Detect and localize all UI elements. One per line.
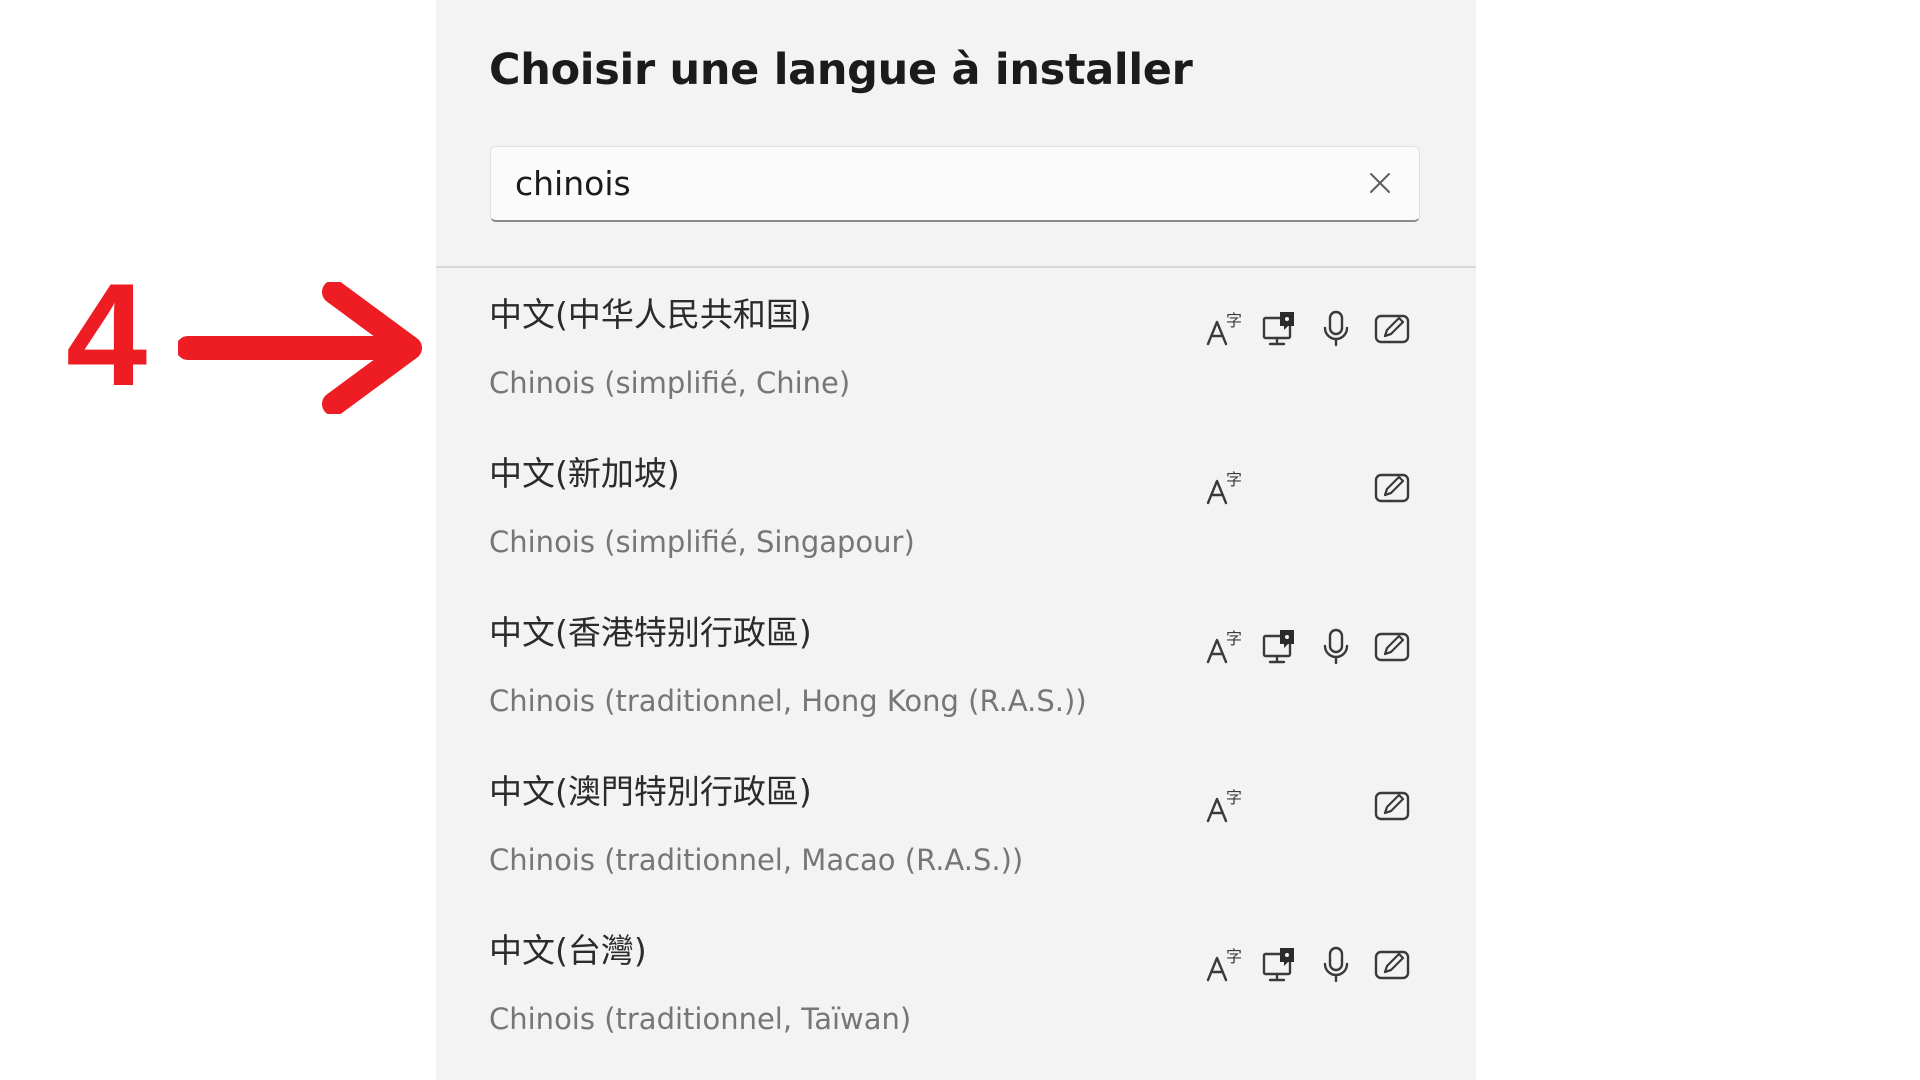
screenshot-stage: 4 Choisir une langue à installer 中文(中华人民… xyxy=(0,0,1920,1080)
text-font-icon: 字 xyxy=(1204,942,1244,986)
language-list-item[interactable]: 中文(台灣) Chinois (traditionnel, Taïwan) 字 xyxy=(436,906,1476,1065)
language-french-name: Chinois (traditionnel, Macao (R.A.S.)) xyxy=(489,843,1024,877)
language-native-name: 中文(中华人民共和国) xyxy=(489,295,812,334)
language-native-name: 中文(香港特别行政區) xyxy=(489,613,812,652)
text-font-icon: 字 xyxy=(1204,306,1244,350)
search-input[interactable] xyxy=(491,147,1351,219)
svg-text:字: 字 xyxy=(1226,947,1242,966)
text-font-icon: 字 xyxy=(1204,465,1244,509)
red-arrow-icon xyxy=(178,282,422,414)
language-list-item[interactable]: 中文(香港特别行政區) Chinois (traditionnel, Hong … xyxy=(436,588,1476,747)
svg-text:字: 字 xyxy=(1226,629,1242,648)
svg-text:字: 字 xyxy=(1226,788,1242,807)
language-list: 中文(中华人民共和国) Chinois (simplifié, Chine) 字 xyxy=(436,270,1476,1065)
display-language-icon xyxy=(1260,306,1300,350)
language-french-name: Chinois (simplifié, Chine) xyxy=(489,366,851,400)
language-list-item[interactable]: 中文(中华人民共和国) Chinois (simplifié, Chine) 字 xyxy=(436,270,1476,429)
display-language-icon xyxy=(1260,624,1300,668)
microphone-icon xyxy=(1316,624,1356,668)
dialog-header: Choisir une langue à installer xyxy=(436,0,1476,268)
dialog-title: Choisir une langue à installer xyxy=(489,45,1193,95)
search-box xyxy=(490,146,1420,222)
language-native-name: 中文(澳門特別行政區) xyxy=(489,772,812,811)
language-list-item[interactable]: 中文(澳門特別行政區) Chinois (traditionnel, Macao… xyxy=(436,747,1476,906)
handwriting-icon xyxy=(1372,624,1412,668)
microphone-icon xyxy=(1316,306,1356,350)
svg-text:字: 字 xyxy=(1226,470,1242,489)
step-number-annotation: 4 xyxy=(66,253,148,416)
handwriting-icon xyxy=(1372,306,1412,350)
close-icon xyxy=(1370,173,1390,193)
display-language-icon xyxy=(1260,942,1300,986)
handwriting-icon xyxy=(1372,942,1412,986)
handwriting-icon xyxy=(1372,465,1412,509)
text-font-icon: 字 xyxy=(1204,624,1244,668)
language-install-dialog: Choisir une langue à installer 中文(中华人民共和… xyxy=(436,0,1476,1080)
language-native-name: 中文(新加坡) xyxy=(489,454,680,493)
language-french-name: Chinois (traditionnel, Hong Kong (R.A.S.… xyxy=(489,684,1087,718)
microphone-icon xyxy=(1316,942,1356,986)
language-list-item[interactable]: 中文(新加坡) Chinois (simplifié, Singapour) 字 xyxy=(436,429,1476,588)
language-french-name: Chinois (simplifié, Singapour) xyxy=(489,525,915,559)
clear-search-button[interactable] xyxy=(1363,166,1397,200)
language-french-name: Chinois (traditionnel, Taïwan) xyxy=(489,1002,912,1036)
text-font-icon: 字 xyxy=(1204,783,1244,827)
language-native-name: 中文(台灣) xyxy=(489,931,647,970)
svg-text:字: 字 xyxy=(1226,311,1242,330)
handwriting-icon xyxy=(1372,783,1412,827)
